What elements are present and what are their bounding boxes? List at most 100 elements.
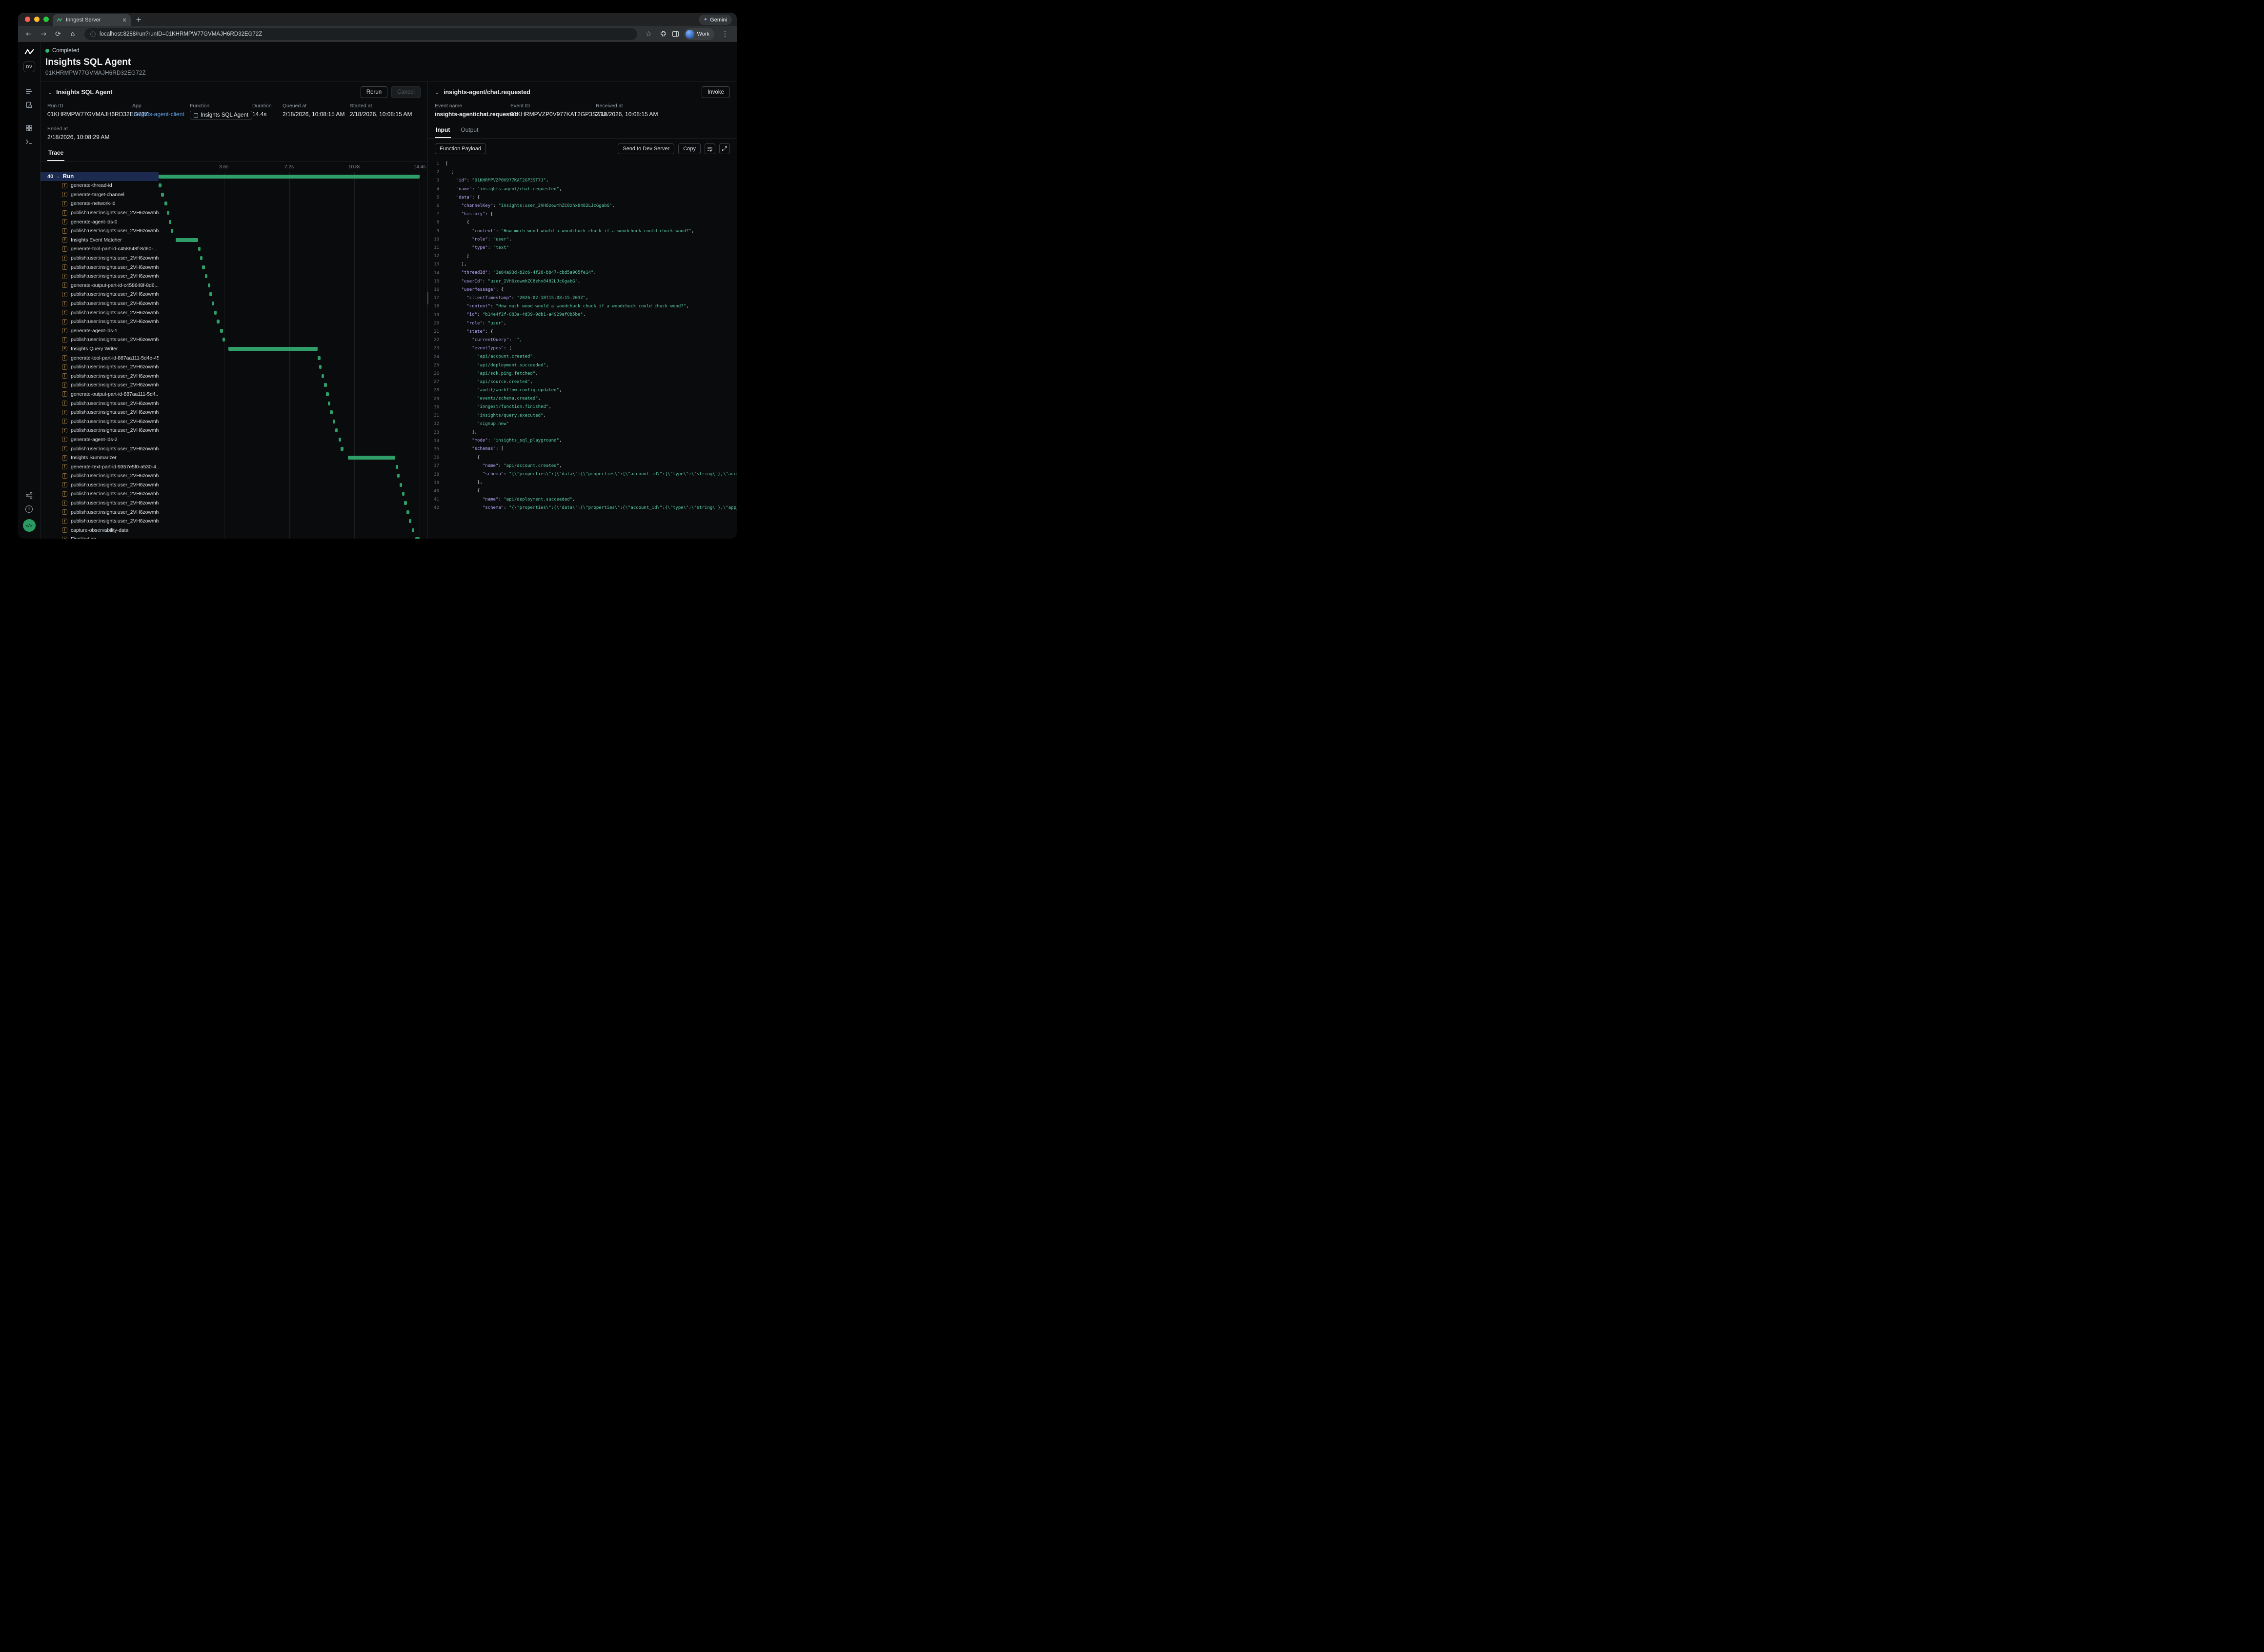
home-button[interactable]: ⌂ <box>67 28 79 40</box>
payload-code-viewer[interactable]: 1234567891011121314151617181920212223242… <box>428 158 737 539</box>
collapse-event-chevron-icon[interactable]: ⌄ <box>435 89 440 95</box>
step-duration-bar[interactable] <box>339 438 341 442</box>
step-duration-bar[interactable] <box>330 410 332 414</box>
step-duration-bar[interactable] <box>412 528 414 532</box>
gemini-button[interactable]: ✦ Gemini <box>699 15 732 25</box>
trace-row[interactable]: ƒpublish:user:insights:user_2VH6zowmh... <box>40 290 427 299</box>
trace-row[interactable]: ƒgenerate-output-part-id-887aa111-5d4... <box>40 390 427 399</box>
tab-trace[interactable]: Trace <box>47 146 64 161</box>
runs-list-icon[interactable] <box>25 88 33 95</box>
trace-row[interactable]: ƒpublish:user:insights:user_2VH6zowmh... <box>40 507 427 517</box>
apps-grid-icon[interactable] <box>25 124 33 132</box>
trace-row[interactable]: #Insights Query Writer <box>40 344 427 354</box>
trace-row[interactable]: ƒgenerate-output-part-id-c458648f-8d6... <box>40 281 427 290</box>
copy-button[interactable]: Copy <box>678 143 701 154</box>
inngest-logo[interactable] <box>24 48 34 55</box>
trace-row[interactable]: ƒpublish:user:insights:user_2VH6zowmh... <box>40 335 427 344</box>
step-duration-bar[interactable] <box>169 220 171 224</box>
step-duration-bar[interactable] <box>198 247 201 251</box>
cancel-button[interactable]: Cancel <box>391 86 421 98</box>
trace-row[interactable]: ƒpublish:user:insights:user_2VH6zowmh... <box>40 208 427 218</box>
trace-row[interactable]: ƒpublish:user:insights:user_2VH6zowmh... <box>40 408 427 417</box>
trace-row[interactable]: ƒpublish:user:insights:user_2VH6zowmh... <box>40 444 427 453</box>
function-payload-chip[interactable]: Function Payload <box>435 143 486 154</box>
bookmark-star-icon[interactable]: ☆ <box>643 28 655 40</box>
step-duration-bar[interactable] <box>222 338 225 342</box>
trace-row[interactable]: ƒpublish:user:insights:user_2VH6zowmh... <box>40 381 427 390</box>
help-icon[interactable]: ? <box>25 505 33 513</box>
step-duration-bar[interactable] <box>396 465 398 469</box>
collapse-run-chevron-icon[interactable]: ⌄ <box>47 89 52 95</box>
step-duration-bar[interactable] <box>326 392 328 396</box>
trace-row[interactable]: ƒgenerate-agent-ids-0 <box>40 217 427 226</box>
trace-row[interactable]: ƒgenerate-tool-part-id-c458648f-8d60-... <box>40 244 427 254</box>
browser-tab[interactable]: Inngest Server × <box>53 14 131 26</box>
step-duration-bar[interactable] <box>171 229 173 233</box>
step-duration-bar[interactable] <box>328 402 330 405</box>
invoke-button[interactable]: Invoke <box>702 86 730 98</box>
expand-button[interactable] <box>719 143 730 154</box>
step-duration-bar[interactable] <box>341 447 343 451</box>
step-duration-bar[interactable] <box>217 320 219 323</box>
trace-row[interactable]: ƒpublish:user:insights:user_2VH6zowmh... <box>40 499 427 508</box>
share-icon[interactable] <box>25 492 33 499</box>
trace-run-row[interactable]: 40 ⌄ Run <box>40 172 427 181</box>
trace-row[interactable]: ƒpublish:user:insights:user_2VH6zowmh... <box>40 317 427 326</box>
meta-value[interactable]: insights-agent-client <box>132 111 185 118</box>
minimize-window-button[interactable] <box>34 17 40 22</box>
step-duration-bar[interactable] <box>318 356 320 360</box>
step-duration-bar[interactable] <box>228 347 318 351</box>
extensions-icon[interactable] <box>660 30 667 38</box>
back-button[interactable]: ← <box>23 28 35 40</box>
trace-row[interactable]: ƒgenerate-agent-ids-2 <box>40 435 427 444</box>
function-badge[interactable]: Insights SQL Agent <box>190 111 252 120</box>
trace-row[interactable]: ƒpublish:user:insights:user_2VH6zowmh... <box>40 417 427 426</box>
trace-row[interactable]: ƒgenerate-agent-ids-1 <box>40 326 427 336</box>
trace-row[interactable]: ƒpublish:user:insights:user_2VH6zowmh... <box>40 371 427 381</box>
site-info-icon[interactable]: ⓘ <box>90 30 96 38</box>
reload-button[interactable]: ⟳ <box>52 28 64 40</box>
trace-row[interactable]: ƒgenerate-thread-id <box>40 181 427 190</box>
step-duration-bar[interactable] <box>212 302 214 305</box>
step-duration-bar[interactable] <box>167 211 169 215</box>
zoom-window-button[interactable] <box>43 17 49 22</box>
step-duration-bar[interactable] <box>406 510 409 514</box>
step-duration-bar[interactable] <box>208 283 210 287</box>
forward-button[interactable]: → <box>38 28 49 40</box>
step-duration-bar[interactable] <box>409 519 411 523</box>
panel-resize-handle[interactable] <box>427 292 428 304</box>
step-duration-bar[interactable] <box>324 383 326 387</box>
step-duration-bar[interactable] <box>161 193 163 197</box>
tab-output[interactable]: Output <box>460 123 479 138</box>
step-duration-bar[interactable] <box>404 501 406 505</box>
terminal-icon[interactable] <box>25 138 33 145</box>
rerun-button[interactable]: Rerun <box>361 86 387 98</box>
step-duration-bar[interactable] <box>400 483 402 487</box>
step-duration-bar[interactable] <box>159 183 162 187</box>
step-duration-bar[interactable] <box>322 374 324 378</box>
step-duration-bar[interactable] <box>209 292 212 296</box>
profile-chip[interactable]: Work <box>684 28 714 40</box>
trace-row[interactable]: ƒcapture-observability-data <box>40 526 427 535</box>
trace-row[interactable]: ƒpublish:user:insights:user_2VH6zowmh... <box>40 226 427 236</box>
trace-row[interactable]: ƒpublish:user:insights:user_2VH6zowmh... <box>40 363 427 372</box>
tab-input[interactable]: Input <box>435 123 451 138</box>
trace-row[interactable]: ƒgenerate-text-part-id-9357e5f0-a530-4..… <box>40 462 427 471</box>
step-duration-bar[interactable] <box>220 329 222 333</box>
close-window-button[interactable] <box>25 17 30 22</box>
trace-row[interactable]: ƒgenerate-target-channel <box>40 190 427 200</box>
send-to-dev-server-button[interactable]: Send to Dev Server <box>618 143 674 154</box>
trace-row[interactable]: ƒpublish:user:insights:user_2VH6zowmh... <box>40 299 427 308</box>
env-badge[interactable]: DV <box>23 61 35 72</box>
trace-row[interactable]: ƒpublish:user:insights:user_2VH6zowmh... <box>40 517 427 526</box>
trace-row[interactable]: ƒgenerate-tool-part-id-887aa111-5d4e-45.… <box>40 353 427 363</box>
trace-row[interactable]: ƒpublish:user:insights:user_2VH6zowmh... <box>40 471 427 481</box>
step-duration-bar[interactable] <box>164 201 167 205</box>
step-duration-bar[interactable] <box>397 474 400 478</box>
step-duration-bar[interactable] <box>205 274 207 278</box>
trace-row[interactable]: ƒpublish:user:insights:user_2VH6zowmh... <box>40 481 427 490</box>
url-bar[interactable]: ⓘ localhost:8288/run?runID=01KHRMPW77GVM… <box>84 28 637 40</box>
trace-row[interactable]: #Finalization <box>40 535 427 539</box>
trace-row[interactable]: ƒpublish:user:insights:user_2VH6zowmh... <box>40 426 427 435</box>
menu-kebab-icon[interactable]: ⋮ <box>719 28 731 40</box>
